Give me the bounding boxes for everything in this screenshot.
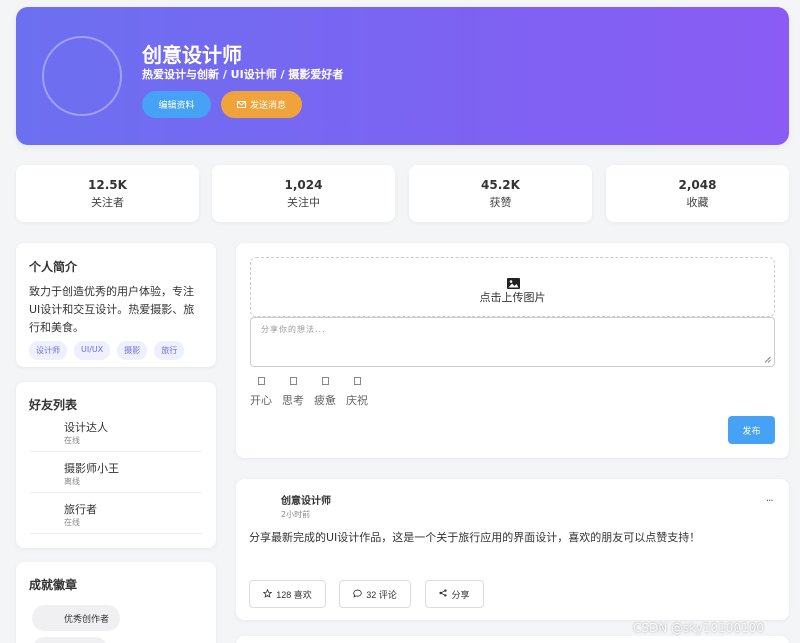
bio-card: 个人简介 致力于创造优秀的用户体验，专注UI设计和交互设计。热爱摄影、旅行和美食… [16,243,216,367]
stat-value: 45.2K [481,178,520,192]
stat-followers[interactable]: 12.5K 关注者 [16,165,199,222]
tag[interactable]: 设计师 [29,341,67,360]
avatar[interactable] [42,36,122,116]
friend-name: 摄影师小王 [64,462,119,475]
resize-grip-icon[interactable] [764,356,771,363]
edit-profile-button[interactable]: 编辑资料 [142,91,211,118]
comment-icon [353,589,362,600]
friend-name: 设计达人 [64,421,108,434]
celebrate-icon [353,377,361,385]
author-avatar[interactable] [249,491,275,517]
share-button[interactable]: 分享 [425,580,484,608]
mood-label: 开心 [250,394,272,407]
badges-card: 成就徽章 优秀创作者 [16,562,216,643]
bio-title: 个人简介 [29,260,78,274]
post-input[interactable]: 分享你的想法... [250,317,775,367]
send-message-label: 发送消息 [249,100,286,110]
mood-happy[interactable]: 开心 [248,377,274,408]
bio-tags: 设计师 UI/UX 摄影 旅行 [29,341,185,360]
like-button[interactable]: 128 喜欢 [249,580,326,608]
watermark: CSDN @sky10100100 [633,621,764,635]
more-options-icon[interactable]: ··· [766,496,773,507]
post-author[interactable]: 创意设计师 [281,492,331,507]
profile-header: 创意设计师 热爱设计与创新 / UI设计师 / 摄影爱好者 编辑资料 发送消息 [16,7,789,145]
post-content: 分享最新完成的UI设计作品，这是一个关于旅行应用的界面设计，喜欢的朋友可以点赞支… [249,531,701,544]
share-icon [439,589,448,599]
friend-status: 离线 [64,477,80,486]
mood-label: 思考 [282,394,304,407]
profile-tagline: 热爱设计与创新 / UI设计师 / 摄影爱好者 [142,68,344,81]
mood-label: 疲惫 [314,394,336,407]
publish-label: 发布 [742,425,761,436]
profile-name: 创意设计师 [142,43,242,67]
friend-status: 在线 [64,436,80,445]
star-icon [262,588,273,600]
stat-label: 关注中 [287,196,320,209]
friend-item[interactable]: 设计达人 在线 [29,411,202,452]
publish-button[interactable]: 发布 [728,416,775,444]
upload-label: 点击上传图片 [479,291,546,304]
stat-following[interactable]: 1,024 关注中 [212,165,395,222]
stat-label: 获赞 [489,196,512,209]
friends-card: 好友列表 设计达人 在线 摄影师小王 离线 旅行者 在线 [16,382,216,548]
mood-label: 庆祝 [346,394,368,407]
send-message-button[interactable]: 发送消息 [221,91,302,118]
stat-label: 收藏 [686,196,709,209]
like-label: 128 喜欢 [276,589,312,600]
bio-text: 致力于创造优秀的用户体验，专注UI设计和交互设计。热爱摄影、旅行和美食。 [29,285,195,334]
post-time: 2小时前 [281,510,311,519]
badges-title: 成就徽章 [29,578,78,592]
next-post-card [236,636,789,643]
mood-thinking[interactable]: 思考 [280,377,306,408]
tag[interactable]: 旅行 [154,341,185,360]
badge-item[interactable] [32,637,108,643]
edit-profile-label: 编辑资料 [158,100,195,110]
friend-item[interactable]: 旅行者 在线 [29,493,202,534]
stat-value: 1,024 [284,178,323,192]
stat-value: 12.5K [88,178,127,192]
stat-favorites[interactable]: 2,048 收藏 [606,165,789,222]
stat-value: 2,048 [678,178,717,192]
friend-name: 旅行者 [64,503,97,516]
tag[interactable]: UI/UX [74,341,111,360]
happy-icon [257,377,265,385]
friend-item[interactable]: 摄影师小王 离线 [29,452,202,493]
tired-icon [321,377,329,385]
stat-likes[interactable]: 45.2K 获赞 [409,165,592,222]
stat-label: 关注者 [91,196,124,209]
tag[interactable]: 摄影 [117,341,148,360]
friend-status: 在线 [64,518,80,527]
post-composer: 点击上传图片 分享你的想法... 开心 思考 疲惫 庆祝 发布 [236,243,789,458]
share-label: 分享 [451,589,470,600]
mood-celebrate[interactable]: 庆祝 [344,377,370,408]
comment-label: 32 评论 [366,589,397,600]
image-icon [507,274,520,289]
comment-button[interactable]: 32 评论 [339,580,411,608]
thinking-icon [289,377,297,385]
badge-item[interactable]: 优秀创作者 [32,605,120,631]
envelope-icon [236,100,246,110]
mood-tired[interactable]: 疲惫 [312,377,338,408]
image-upload-area[interactable]: 点击上传图片 [250,257,775,317]
post-card: 创意设计师 2小时前 ··· 分享最新完成的UI设计作品，这是一个关于旅行应用的… [236,479,789,620]
